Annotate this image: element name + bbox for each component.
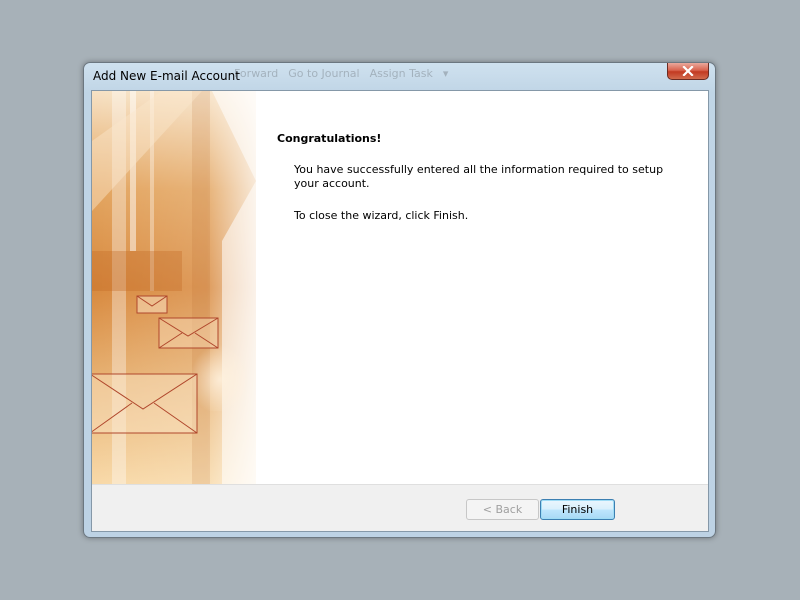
envelope-banner-graphic xyxy=(92,91,256,484)
background-toolbar-ghost: Forward Go to Journal Assign Task ▾ xyxy=(234,67,448,80)
congratulations-heading: Congratulations! xyxy=(277,132,382,145)
wizard-content-panel: Congratulations! You have successfully e… xyxy=(256,91,708,484)
add-email-account-dialog: Forward Go to Journal Assign Task ▾ Add … xyxy=(83,62,716,538)
ghost-toolbar-item: Go to Journal xyxy=(288,67,360,80)
title-bar[interactable]: Forward Go to Journal Assign Task ▾ Add … xyxy=(84,63,715,90)
close-icon xyxy=(682,66,694,76)
finish-button[interactable]: Finish xyxy=(540,499,615,520)
close-button[interactable] xyxy=(667,63,709,80)
ghost-toolbar-item: Assign Task xyxy=(369,67,433,80)
window-title: Add New E-mail Account xyxy=(93,69,240,83)
close-instructions: To close the wizard, click Finish. xyxy=(294,209,469,222)
wizard-banner-image xyxy=(92,91,256,484)
success-message: You have successfully entered all the in… xyxy=(294,163,664,190)
wizard-button-bar: < Back Finish xyxy=(92,484,708,531)
back-button[interactable]: < Back xyxy=(466,499,539,520)
ghost-toolbar-item: Forward xyxy=(234,67,279,80)
wizard-client-area: Congratulations! You have successfully e… xyxy=(91,90,709,532)
ghost-toolbar-item: ▾ xyxy=(442,67,449,80)
